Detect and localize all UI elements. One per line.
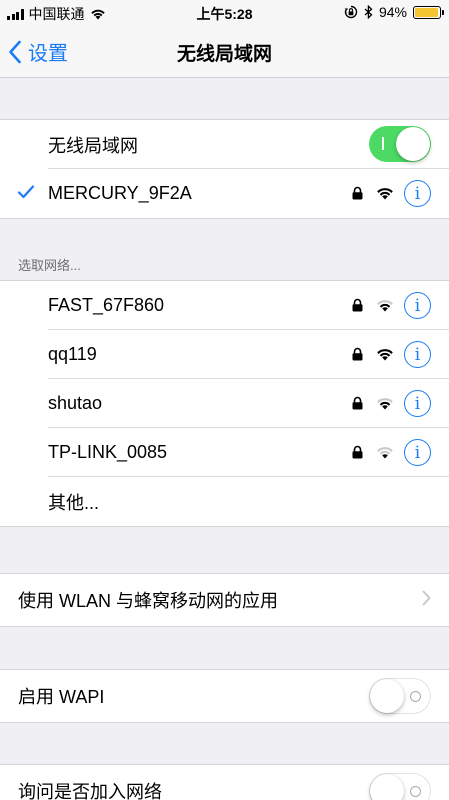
wapi-group: 启用 WAPI bbox=[0, 669, 449, 723]
wifi-signal-medium-icon bbox=[377, 398, 393, 410]
page-title: 无线局域网 bbox=[176, 44, 272, 65]
bluetooth-icon bbox=[364, 5, 373, 19]
choose-network-header: 选取网络... bbox=[18, 258, 81, 273]
info-icon: i bbox=[414, 344, 421, 365]
toggle-off-mark bbox=[410, 691, 421, 702]
info-icon: i bbox=[414, 442, 421, 463]
battery-icon bbox=[413, 5, 444, 19]
toggle-knob bbox=[396, 127, 430, 161]
info-icon: i bbox=[414, 295, 421, 316]
wapi-row: 启用 WAPI bbox=[0, 670, 449, 722]
ask-join-toggle[interactable] bbox=[369, 773, 431, 800]
ask-join-row: 询问是否加入网络 bbox=[0, 765, 449, 800]
ask-join-group: 询问是否加入网络 bbox=[0, 764, 449, 800]
status-bar: 中国联通 上午5:28 94% bbox=[0, 0, 449, 26]
networks-group: FAST_67F860 i qq119 i shutao i TP-LINK_0… bbox=[0, 280, 449, 527]
toggle-knob bbox=[370, 774, 404, 800]
network-info-button[interactable]: i bbox=[404, 439, 431, 466]
wifi-signal-full-icon bbox=[377, 188, 393, 200]
wifi-toggle-label: 无线局域网 bbox=[48, 135, 138, 156]
network-info-button[interactable]: i bbox=[404, 292, 431, 319]
wifi-signal-full-icon bbox=[377, 349, 393, 361]
lock-icon bbox=[352, 298, 363, 312]
battery-percent: 94% bbox=[378, 4, 407, 20]
wlan-apps-label: 使用 WLAN 与蜂窝移动网的应用 bbox=[18, 591, 279, 611]
network-name: qq119 bbox=[48, 344, 97, 364]
toggle-knob bbox=[370, 679, 404, 713]
lock-icon bbox=[352, 186, 363, 200]
lock-icon bbox=[352, 445, 363, 459]
wifi-group: 无线局域网 MERCURY_9F2A i bbox=[0, 119, 449, 219]
wifi-toggle[interactable] bbox=[369, 126, 431, 162]
network-name: FAST_67F860 bbox=[48, 295, 165, 315]
other-network-label: 其他... bbox=[48, 492, 100, 513]
toggle-on-mark bbox=[382, 137, 384, 150]
lock-icon bbox=[352, 396, 363, 410]
network-name: MERCURY_9F2A bbox=[48, 183, 192, 203]
lock-icon bbox=[352, 347, 363, 361]
wifi-toggle-row: 无线局域网 bbox=[0, 120, 449, 169]
info-icon: i bbox=[414, 183, 421, 204]
network-row-qq119[interactable]: qq119 i bbox=[0, 330, 449, 379]
network-info-button[interactable]: i bbox=[404, 390, 431, 417]
network-info-button[interactable]: i bbox=[404, 180, 431, 207]
wifi-signal-low-icon bbox=[377, 447, 393, 459]
network-info-button[interactable]: i bbox=[404, 341, 431, 368]
chevron-right-icon bbox=[422, 590, 431, 606]
connected-network-row[interactable]: MERCURY_9F2A i bbox=[0, 169, 449, 218]
wlan-apps-group: 使用 WLAN 与蜂窝移动网的应用 bbox=[0, 573, 449, 627]
network-row-fast[interactable]: FAST_67F860 i bbox=[0, 281, 449, 330]
navigation-bar: 设置 无线局域网 bbox=[0, 26, 449, 78]
network-row-tplink[interactable]: TP-LINK_0085 i bbox=[0, 428, 449, 477]
battery-fill bbox=[415, 7, 438, 17]
other-network-row[interactable]: 其他... bbox=[0, 477, 449, 526]
wapi-label: 启用 WAPI bbox=[18, 687, 105, 707]
toggle-off-mark bbox=[410, 786, 421, 797]
orientation-lock-icon bbox=[344, 5, 358, 19]
network-name: shutao bbox=[48, 393, 103, 413]
wlan-apps-row[interactable]: 使用 WLAN 与蜂窝移动网的应用 bbox=[0, 574, 449, 626]
network-row-shutao[interactable]: shutao i bbox=[0, 379, 449, 428]
wapi-toggle[interactable] bbox=[369, 678, 431, 714]
checkmark-icon bbox=[17, 185, 35, 199]
info-icon: i bbox=[414, 393, 421, 414]
wifi-signal-medium-icon bbox=[377, 300, 393, 312]
network-name: TP-LINK_0085 bbox=[48, 442, 168, 462]
ask-join-label: 询问是否加入网络 bbox=[18, 782, 162, 800]
